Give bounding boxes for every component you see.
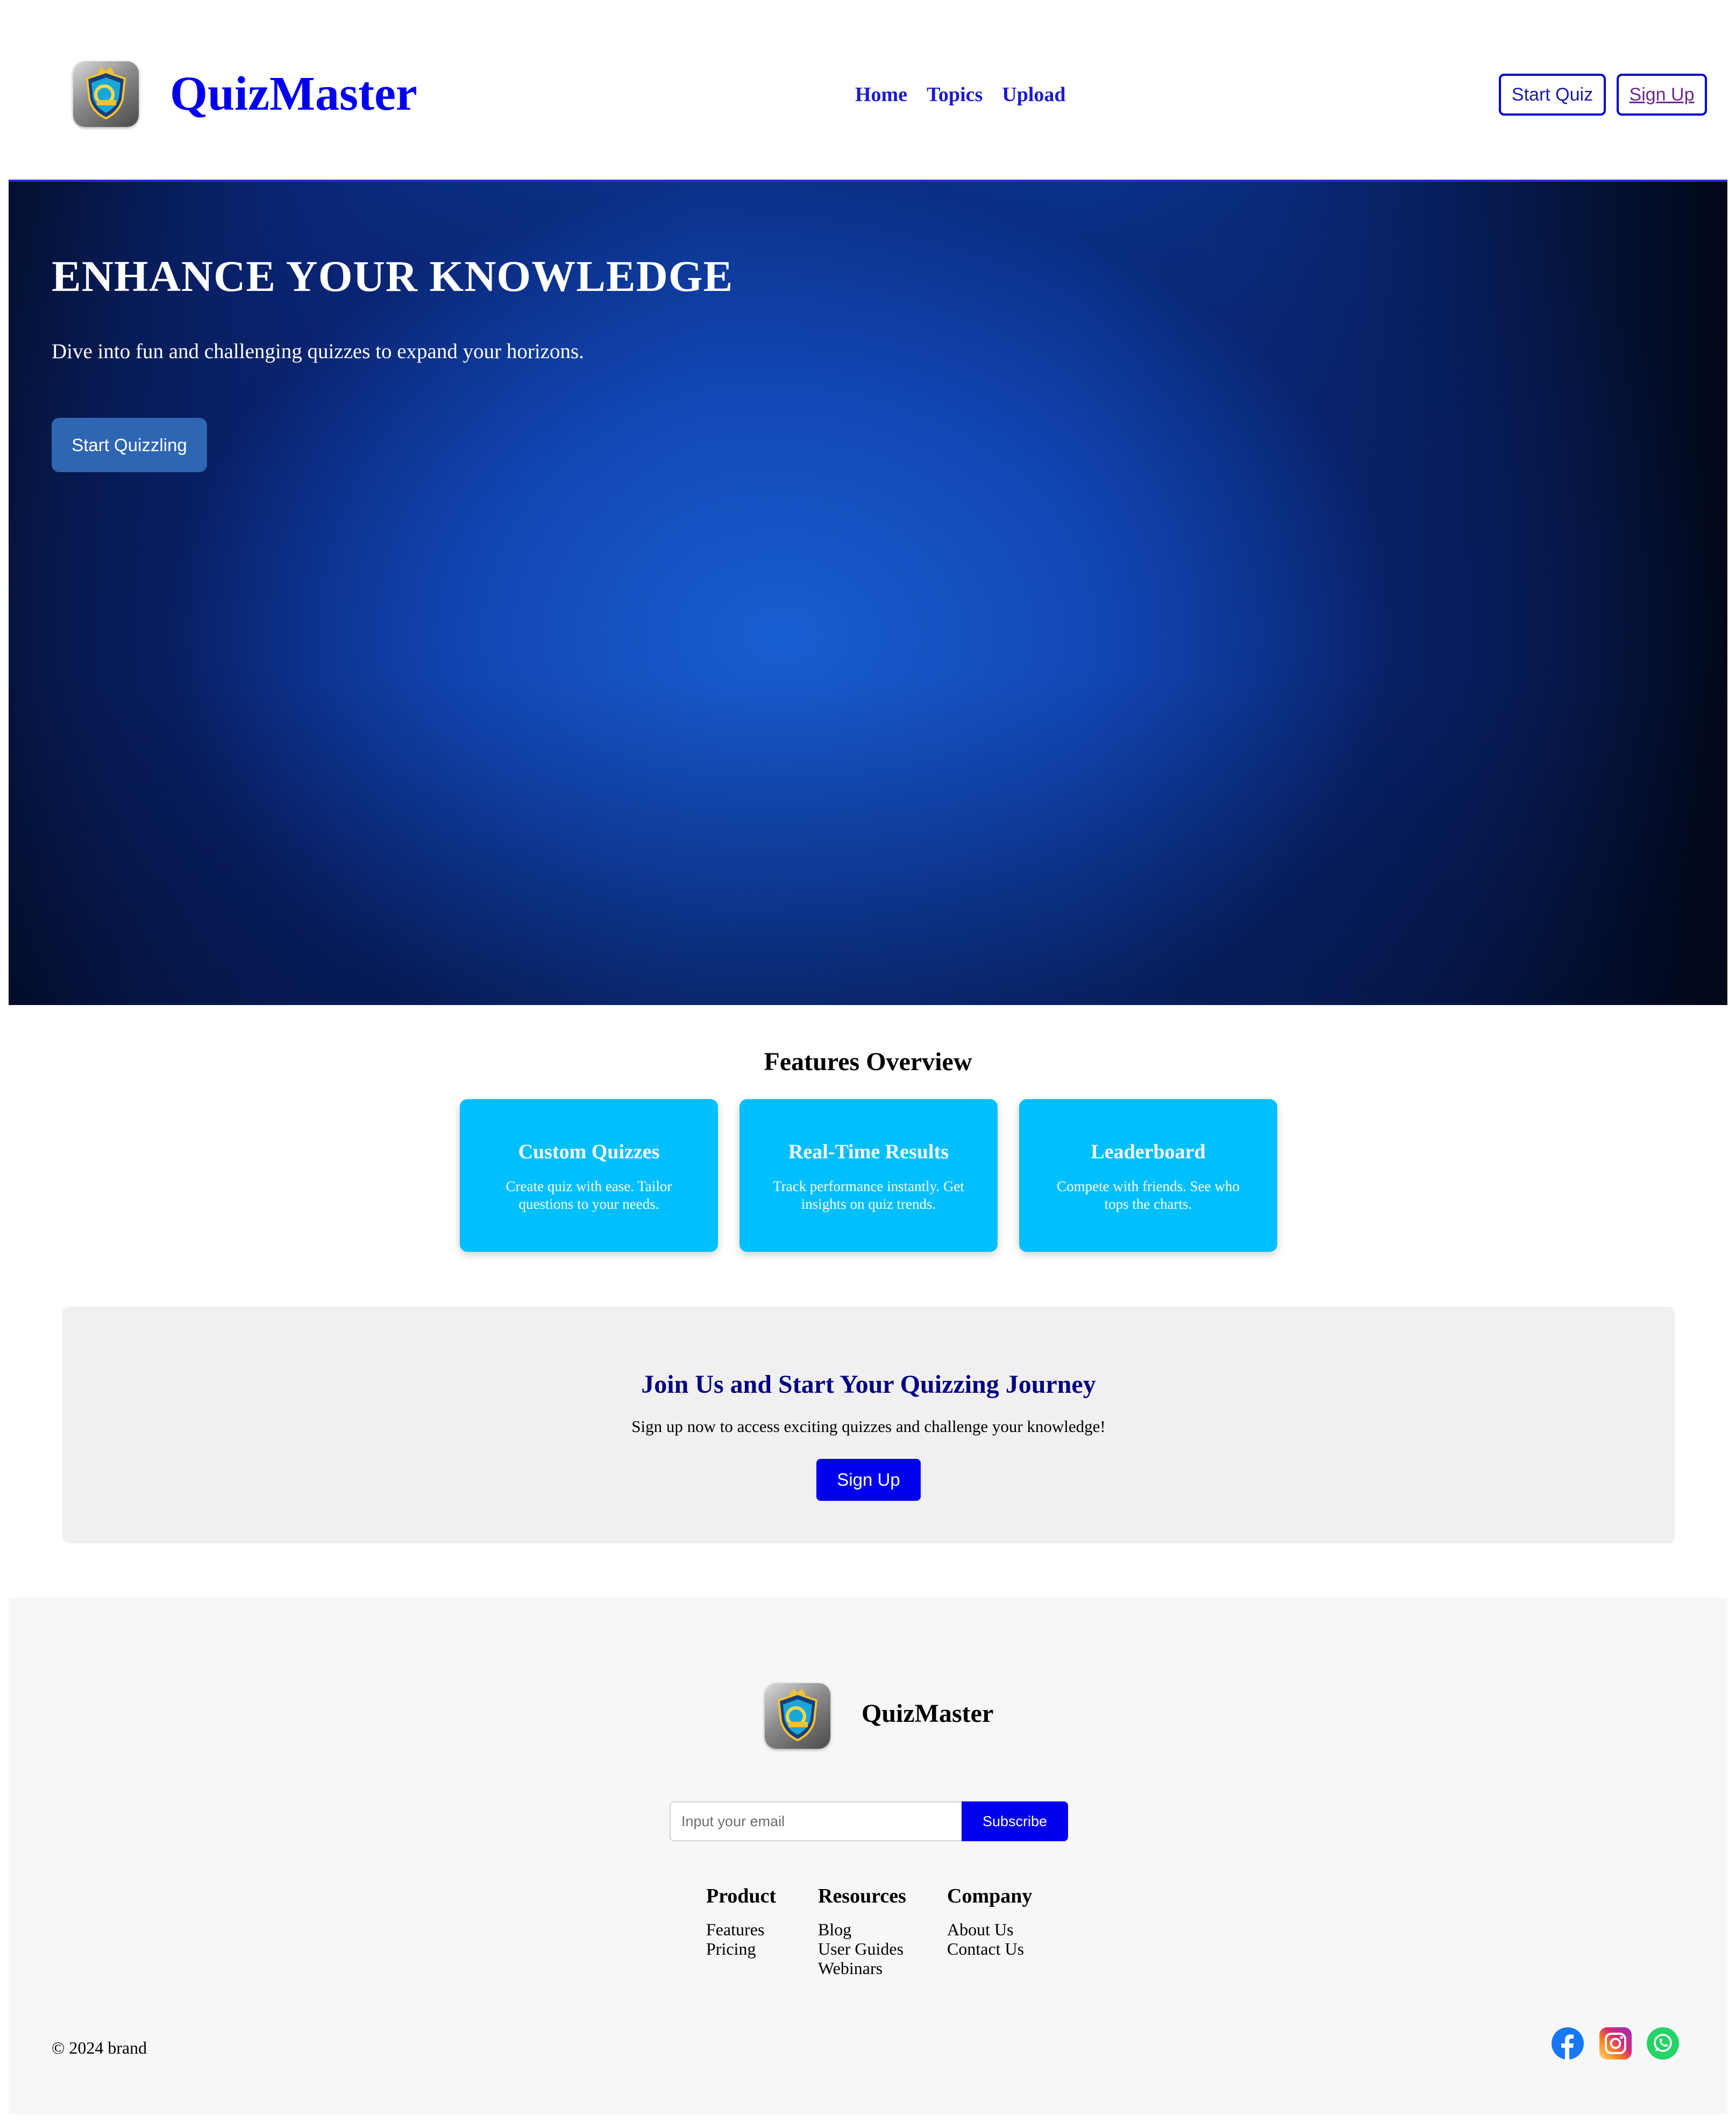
footer-brand-name: QuizMaster: [862, 1699, 994, 1728]
footer-column-title: Company: [947, 1885, 1033, 1907]
footer-link-features[interactable]: Features: [706, 1920, 776, 1939]
footer-column-title: Resources: [818, 1885, 906, 1907]
hero-title: ENHANCE YOUR KNOWLEDGE: [52, 252, 734, 301]
feature-card-text: Track performance instantly. Get insight…: [773, 1178, 964, 1212]
sign-up-button[interactable]: Sign Up: [1617, 74, 1707, 116]
site-header: QuizMaster Home Topics Upload Start Quiz…: [0, 0, 1736, 181]
footer-column-product: Product Features Pricing: [706, 1882, 776, 1958]
instagram-icon[interactable]: [1599, 2027, 1632, 2060]
footer-column-resources: Resources Blog User Guides Webinars: [818, 1882, 906, 1978]
footer-link-user-guides[interactable]: User Guides: [818, 1939, 906, 1958]
footer-link-blog[interactable]: Blog: [818, 1920, 906, 1939]
footer-link-pricing[interactable]: Pricing: [706, 1939, 776, 1958]
hero-banner: ENHANCE YOUR KNOWLEDGE Dive into fun and…: [9, 180, 1727, 1005]
footer-link-webinars[interactable]: Webinars: [818, 1958, 906, 1978]
footer-link-about-us[interactable]: About Us: [947, 1920, 1032, 1939]
hero-subtitle: Dive into fun and challenging quizzes to…: [52, 340, 584, 363]
start-quiz-button[interactable]: Start Quiz: [1499, 74, 1606, 116]
nav-topics-link[interactable]: Topics: [927, 81, 983, 109]
copyright-text: © 2024 brand: [52, 2038, 147, 2057]
feature-card-title: Leaderboard: [1091, 1141, 1206, 1163]
site-footer: QuizMaster Subscribe Product Features Pr…: [9, 1597, 1727, 2115]
cta-sign-up-button[interactable]: Sign Up: [816, 1459, 921, 1501]
feature-card-real-time-results: Real-Time Results Track performance inst…: [739, 1099, 998, 1252]
footer-column-title: Product: [706, 1885, 777, 1907]
main-nav: Home Topics Upload: [855, 81, 1066, 109]
feature-card-title: Real-Time Results: [788, 1141, 949, 1163]
cta-title: Join Us and Start Your Quizzing Journey: [641, 1370, 1096, 1399]
feature-card-text: Create quiz with ease. Tailor questions …: [506, 1178, 672, 1212]
footer-logo-icon: [765, 1683, 830, 1749]
email-input[interactable]: [670, 1801, 963, 1841]
quizmaster-logo-icon[interactable]: [73, 61, 139, 127]
feature-card-title: Custom Quizzes: [518, 1141, 660, 1163]
features-title: Features Overview: [764, 1048, 972, 1076]
footer-link-contact-us[interactable]: Contact Us: [947, 1939, 1032, 1958]
whatsapp-icon[interactable]: [1647, 2027, 1679, 2060]
feature-card-leaderboard: Leaderboard Compete with friends. See wh…: [1019, 1099, 1277, 1252]
facebook-icon[interactable]: [1552, 2027, 1584, 2060]
signup-cta-section: Join Us and Start Your Quizzing Journey …: [62, 1307, 1675, 1543]
brand-name[interactable]: QuizMaster: [170, 65, 417, 124]
feature-card-custom-quizzes: Custom Quizzes Create quiz with ease. Ta…: [460, 1099, 718, 1252]
cta-text: Sign up now to access exciting quizzes a…: [631, 1417, 1106, 1436]
start-quizzling-button[interactable]: Start Quizzling: [52, 418, 207, 472]
nav-home-link[interactable]: Home: [855, 81, 907, 109]
nav-upload-link[interactable]: Upload: [1002, 81, 1065, 109]
feature-card-text: Compete with friends. See who tops the c…: [1057, 1178, 1240, 1212]
footer-column-company: Company About Us Contact Us: [947, 1882, 1032, 1958]
subscribe-button[interactable]: Subscribe: [962, 1801, 1068, 1841]
